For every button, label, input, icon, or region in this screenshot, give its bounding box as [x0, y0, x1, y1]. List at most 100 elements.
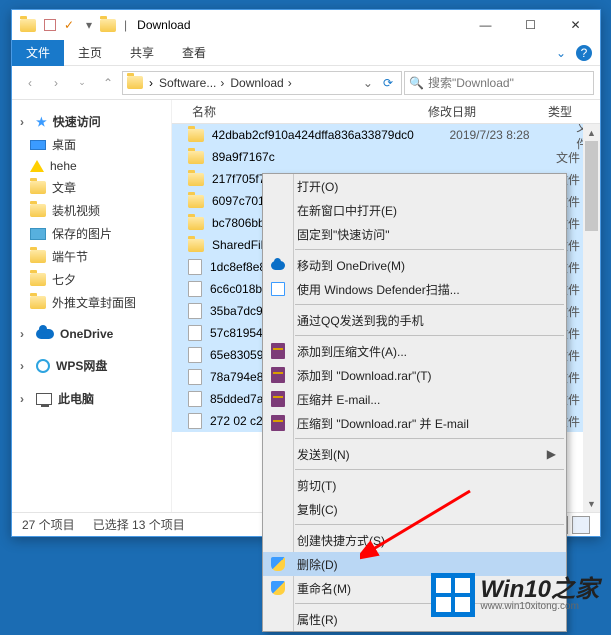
- close-button[interactable]: ✕: [553, 10, 598, 40]
- folder-icon: [188, 195, 204, 208]
- crumb-1[interactable]: Software...›: [159, 76, 224, 90]
- menu-move-onedrive[interactable]: 移动到 OneDrive(M): [263, 253, 566, 277]
- rar-icon: [271, 415, 285, 431]
- rar-icon: [271, 391, 285, 407]
- nav-qixi[interactable]: 七夕: [16, 268, 167, 291]
- menu-open-new-window[interactable]: 在新窗口中打开(E): [263, 198, 566, 222]
- help-icon[interactable]: ?: [576, 45, 592, 61]
- scroll-up[interactable]: ▲: [583, 124, 600, 141]
- column-headers[interactable]: 名称 修改日期 类型: [172, 100, 600, 124]
- menu-pin-quick-access[interactable]: 固定到"快速访问": [263, 222, 566, 246]
- folder-icon: [188, 129, 204, 142]
- navigation-bar: ‹ › ⌄ ⌃ › Software...› Download› ⌄ ⟳ 🔍 搜…: [12, 66, 600, 100]
- vertical-scrollbar[interactable]: ▲ ▼: [583, 124, 600, 512]
- col-name[interactable]: 名称: [172, 103, 428, 120]
- address-icon: [127, 76, 143, 89]
- file-icon: [188, 413, 202, 429]
- tab-share[interactable]: 共享: [116, 40, 168, 66]
- nav-savedpics[interactable]: 保存的图片: [16, 222, 167, 245]
- ribbon-expand-icon[interactable]: ⌄: [556, 46, 566, 60]
- file-icon: [188, 347, 202, 363]
- windows-logo-icon: [431, 573, 475, 617]
- qat-icon-1[interactable]: [44, 19, 56, 31]
- folder-icon: [188, 173, 204, 186]
- shield-icon: [271, 581, 285, 595]
- file-icon: [188, 303, 202, 319]
- nav-desktop[interactable]: 桌面: [16, 133, 167, 156]
- maximize-button[interactable]: ☐: [508, 10, 553, 40]
- watermark-url: www.win10xitong.com: [481, 602, 599, 612]
- col-type[interactable]: 类型: [548, 103, 600, 120]
- rar-icon: [271, 343, 285, 359]
- nav-wps[interactable]: ›WPS网盘: [16, 354, 167, 377]
- qat-dropdown[interactable]: ▾: [86, 18, 92, 32]
- folder-icon: [188, 217, 204, 230]
- up-button[interactable]: ⌃: [96, 71, 120, 95]
- address-dropdown[interactable]: ⌄: [363, 76, 373, 90]
- nav-video[interactable]: 装机视频: [16, 199, 167, 222]
- nav-thispc[interactable]: ›此电脑: [16, 387, 167, 410]
- menu-copy[interactable]: 复制(C): [263, 497, 566, 521]
- menu-open[interactable]: 打开(O): [263, 174, 566, 198]
- ribbon-tabs: 文件 主页 共享 查看 ⌄ ?: [12, 40, 600, 66]
- tab-file[interactable]: 文件: [12, 40, 64, 66]
- onedrive-icon: [271, 261, 285, 270]
- refresh-button[interactable]: ⟳: [383, 76, 393, 90]
- menu-defender-scan[interactable]: 使用 Windows Defender扫描...: [263, 277, 566, 301]
- file-row[interactable]: 89a9f7167c文件: [172, 146, 600, 168]
- quick-access-toolbar: ✓ ▾ |: [14, 18, 127, 32]
- tab-home[interactable]: 主页: [64, 40, 116, 66]
- view-large-icon[interactable]: [572, 516, 590, 534]
- status-count: 27 个项目: [22, 516, 75, 533]
- search-box[interactable]: 🔍 搜索"Download": [404, 71, 594, 95]
- qat-icon-2[interactable]: ✓: [64, 18, 78, 32]
- nav-covers[interactable]: 外推文章封面图: [16, 291, 167, 314]
- status-selected: 已选择 13 个项目: [93, 516, 185, 533]
- menu-qq-send[interactable]: 通过QQ发送到我的手机: [263, 308, 566, 332]
- file-row[interactable]: 42dbab2cf910a424dffa836a33879dc0 2019/7/2…: [172, 124, 600, 146]
- forward-button[interactable]: ›: [44, 71, 68, 95]
- back-button[interactable]: ‹: [18, 71, 42, 95]
- scroll-thumb[interactable]: [585, 141, 598, 231]
- nav-articles[interactable]: 文章: [16, 176, 167, 199]
- recent-dropdown[interactable]: ⌄: [70, 71, 94, 95]
- search-icon: 🔍: [409, 76, 424, 90]
- crumb-root-sep[interactable]: ›: [149, 76, 153, 90]
- file-icon: [188, 369, 202, 385]
- watermark: Win10之家 www.win10xitong.com: [431, 573, 599, 617]
- nav-hehe[interactable]: hehe: [16, 156, 167, 176]
- search-placeholder: 搜索"Download": [428, 74, 514, 91]
- crumb-2[interactable]: Download›: [230, 76, 291, 90]
- menu-send-to[interactable]: 发送到(N)▶: [263, 442, 566, 466]
- menu-create-shortcut[interactable]: 创建快捷方式(S): [263, 528, 566, 552]
- file-icon: [188, 391, 202, 407]
- address-bar[interactable]: › Software...› Download› ⌄ ⟳: [122, 71, 402, 95]
- file-name: 89a9f7167c: [212, 150, 444, 164]
- tab-view[interactable]: 查看: [168, 40, 220, 66]
- window-title: Download: [137, 18, 190, 32]
- watermark-title: Win10之家: [481, 578, 599, 602]
- menu-zip-email[interactable]: 压缩并 E-mail...: [263, 387, 566, 411]
- file-icon: [188, 325, 202, 341]
- file-name: 42dbab2cf910a424dffa836a33879dc0: [212, 128, 442, 142]
- minimize-button[interactable]: —: [463, 10, 508, 40]
- navigation-pane[interactable]: ›★快速访问 桌面 hehe 文章 装机视频 保存的图片 端午节 七夕 外推文章…: [12, 100, 172, 512]
- file-date: 2019/7/23 8:28: [449, 128, 568, 142]
- file-icon: [188, 259, 202, 275]
- submenu-arrow-icon: ▶: [547, 447, 556, 461]
- window-controls: — ☐ ✕: [463, 10, 598, 40]
- folder-icon: [188, 239, 204, 252]
- qat-sep: |: [124, 18, 127, 32]
- nav-quick-access[interactable]: ›★快速访问: [16, 110, 167, 133]
- menu-cut[interactable]: 剪切(T): [263, 473, 566, 497]
- nav-duanwu[interactable]: 端午节: [16, 245, 167, 268]
- col-date[interactable]: 修改日期: [428, 103, 548, 120]
- nav-onedrive[interactable]: ›OneDrive: [16, 324, 167, 344]
- shield-icon: [271, 557, 285, 571]
- rar-icon: [271, 367, 285, 383]
- scroll-down[interactable]: ▼: [583, 495, 600, 512]
- menu-add-archive[interactable]: 添加到压缩文件(A)...: [263, 339, 566, 363]
- menu-add-download-rar[interactable]: 添加到 "Download.rar"(T): [263, 363, 566, 387]
- titlebar[interactable]: ✓ ▾ | Download — ☐ ✕: [12, 10, 600, 40]
- menu-zip-download-email[interactable]: 压缩到 "Download.rar" 并 E-mail: [263, 411, 566, 435]
